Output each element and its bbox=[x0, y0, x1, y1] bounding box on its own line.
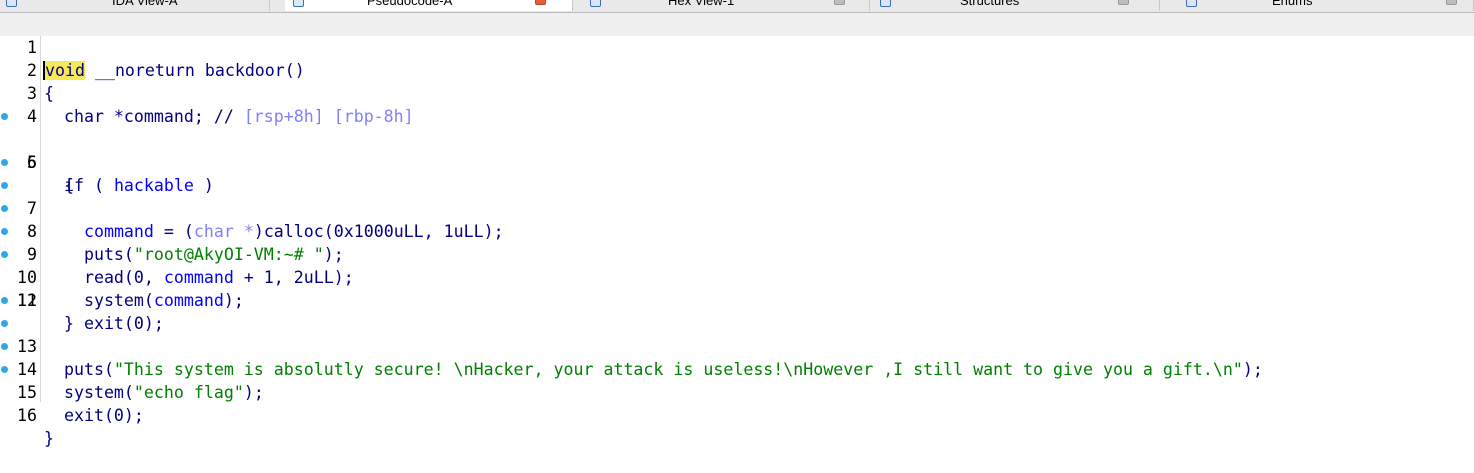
tab-label: Structures bbox=[960, 0, 1020, 8]
pseudocode-editor[interactable]: 1 void __noreturn backdoor() 2 { 3 char … bbox=[0, 13, 1474, 448]
string-literal: "echo flag" bbox=[133, 383, 244, 402]
breakpoint-dot-icon[interactable] bbox=[1, 159, 8, 166]
close-icon[interactable] bbox=[1446, 0, 1457, 5]
breakpoint-dot-icon[interactable] bbox=[1, 113, 8, 120]
code-line-5[interactable]: 5 if ( hackable ) bbox=[0, 105, 1474, 195]
close-icon[interactable] bbox=[834, 0, 845, 5]
code-line-15[interactable]: 15 exit(0); bbox=[0, 335, 1474, 425]
line-number: 16 bbox=[17, 406, 37, 425]
code-line-11[interactable]: 11 exit(0); bbox=[0, 243, 1474, 333]
code-text: } bbox=[44, 429, 54, 448]
exit-call[interactable]: exit(0); bbox=[44, 406, 144, 425]
enums-icon bbox=[1186, 0, 1197, 7]
tab-label: Enums bbox=[1272, 0, 1313, 8]
code-line-7[interactable]: 7 command = (char *)calloc(0x1000uLL, 1u… bbox=[0, 151, 1474, 241]
system-call[interactable]: system( bbox=[44, 383, 134, 402]
code-line-3[interactable]: 3 char *command; // [rsp+8h] [rbp-8h] bbox=[0, 59, 1474, 126]
tab-enums[interactable]: Enums bbox=[1160, 0, 1474, 11]
tab-pseudocode[interactable]: Pseudocode-A bbox=[285, 0, 573, 11]
breakpoint-dot-icon[interactable] bbox=[1, 228, 8, 235]
code-line-8[interactable]: 8 puts("root@AkyOI-VM:~# "); bbox=[0, 174, 1474, 264]
breakpoint-dot-icon[interactable] bbox=[1, 205, 8, 212]
code-line-10[interactable]: 10 system(command); bbox=[0, 220, 1474, 310]
tab-label: IDA View-A bbox=[112, 0, 178, 8]
code-line-4[interactable]: 4 bbox=[0, 82, 1474, 126]
structures-icon bbox=[880, 0, 891, 7]
breakpoint-dot-icon[interactable] bbox=[1, 366, 8, 373]
code-text: ); bbox=[243, 383, 264, 402]
code-line-1[interactable]: 1 void __noreturn backdoor() bbox=[0, 13, 1474, 80]
close-icon[interactable] bbox=[535, 0, 546, 5]
code-line-9[interactable]: 9 read(0, command + 1, 2uLL); bbox=[0, 197, 1474, 287]
breakpoint-dot-icon[interactable] bbox=[1, 251, 8, 258]
pseudocode-icon bbox=[293, 0, 304, 7]
code-line-12[interactable]: 12 } bbox=[0, 266, 1474, 333]
code-line-6[interactable]: 6 { bbox=[0, 128, 1474, 195]
tab-bar: IDA View-A Pseudocode-A Hex View-1 Struc… bbox=[0, 0, 1474, 13]
close-icon[interactable] bbox=[1118, 0, 1129, 5]
code-line-13[interactable]: 13 puts("This system is absolutly secure… bbox=[0, 289, 1474, 379]
disassembly-icon bbox=[6, 0, 17, 7]
hex-icon bbox=[590, 0, 601, 7]
tab-label: Pseudocode-A bbox=[367, 0, 453, 8]
breakpoint-dot-icon[interactable] bbox=[1, 320, 8, 327]
tab-label: Hex View-1 bbox=[668, 0, 735, 8]
tab-hex-view[interactable]: Hex View-1 bbox=[580, 0, 870, 11]
code-line-16[interactable]: 16 } bbox=[0, 358, 1474, 448]
breakpoint-dot-icon[interactable] bbox=[1, 182, 8, 189]
breakpoint-dot-icon[interactable] bbox=[1, 343, 8, 350]
tab-structures[interactable]: Structures bbox=[872, 0, 1160, 11]
tab-ida-view[interactable]: IDA View-A bbox=[0, 0, 270, 11]
code-line-2[interactable]: 2 { bbox=[0, 36, 1474, 103]
breakpoint-dot-icon[interactable] bbox=[1, 297, 8, 304]
code-line-14[interactable]: 14 system("echo flag"); bbox=[0, 312, 1474, 402]
